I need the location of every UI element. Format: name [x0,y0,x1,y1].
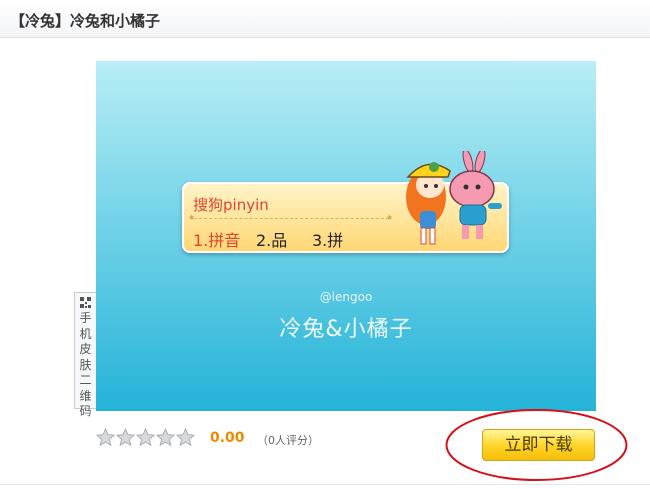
star-icon[interactable] [136,428,155,447]
ime-separator [194,218,389,219]
mobile-skin-qr-tab[interactable]: 手机皮肤二维码 [74,292,96,418]
star-icon[interactable] [176,428,195,447]
header-bar: 【冷兔】冷兔和小橘子 [0,0,650,38]
bottom-divider [0,484,650,485]
author-handle: @lengoo [319,290,373,304]
star-icon[interactable] [96,428,115,447]
star-icon[interactable] [116,428,135,447]
qr-tab-label: 手机皮肤二维码 [79,311,92,418]
rating-count: （0人评分） [257,434,319,447]
qr-code-icon [80,297,91,308]
rating-score: 0.00 [210,430,245,446]
star-icon[interactable] [156,428,175,447]
mascot-illustration [406,151,502,245]
skin-preview-image: 搜狗pinyin ★ ★ 1.拼音 2.品 3.拼 @lengoo 冷兔&小橘子 [96,61,596,411]
ime-candidate-2: 2.品 [256,231,288,250]
ime-candidate-1: 1.拼音 [193,231,241,250]
page-title: 【冷兔】冷兔和小橘子 [10,12,161,30]
ime-pinyin-text: 搜狗pinyin [193,196,269,214]
rating-stars[interactable] [96,428,196,448]
skin-name-text: 冷兔&小橘子 [279,317,413,342]
download-button[interactable]: 立即下载 [482,429,595,461]
ime-candidate-3: 3.拼 [312,231,344,250]
